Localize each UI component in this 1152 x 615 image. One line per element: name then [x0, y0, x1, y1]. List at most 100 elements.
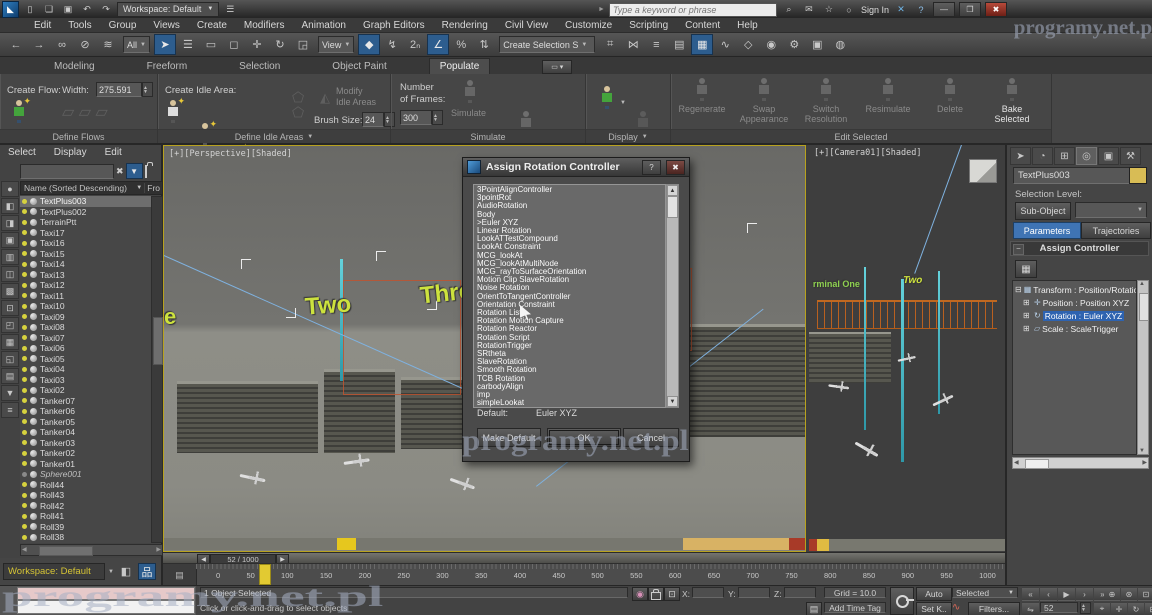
idle-area-box-icon[interactable]: ✦ — [166, 100, 181, 123]
display-bones-icon[interactable]: ▦ — [1, 334, 19, 350]
explorer-object-row[interactable]: Tanker07 — [20, 396, 151, 407]
visibility-bulb-icon[interactable] — [22, 262, 27, 267]
scroll-down-icon[interactable]: ▼ — [667, 396, 678, 407]
scrollbar-thumb[interactable] — [39, 546, 93, 556]
sub-object-button[interactable]: Sub-Object — [1015, 202, 1071, 220]
menu-item[interactable]: Scripting — [629, 20, 668, 31]
viewcube[interactable] — [969, 159, 997, 183]
menu-item[interactable]: Graph Editors — [363, 20, 425, 31]
percent-snap-icon[interactable]: % — [450, 34, 472, 55]
explorer-object-row[interactable]: Taxi13 — [20, 270, 151, 281]
zoom-all-icon[interactable]: ⊛ — [1121, 587, 1137, 601]
display-people-icon[interactable] — [600, 86, 615, 109]
ribbon-minimize-icon[interactable]: ▭ ▾ — [542, 60, 572, 74]
explorer-menu-item[interactable]: Display — [54, 147, 87, 162]
explorer-filter-icon[interactable]: ▼ — [126, 163, 143, 179]
display-shapes-icon[interactable]: ◨ — [1, 215, 19, 231]
explorer-object-row[interactable]: Taxi07 — [20, 333, 151, 344]
add-time-tag[interactable]: Add Time Tag — [824, 602, 886, 613]
scroll-left-icon[interactable]: ◀ — [22, 546, 27, 553]
visibility-bulb-icon[interactable] — [22, 524, 27, 529]
help-icon[interactable]: ? — [913, 3, 929, 17]
scrollbar-thumb[interactable] — [1025, 459, 1049, 469]
explorer-object-row[interactable]: Roll43 — [20, 490, 151, 501]
create-flow-icon[interactable]: ✦ — [12, 100, 27, 123]
visibility-bulb-icon[interactable] — [22, 325, 27, 330]
spinner-snap-icon[interactable]: ⇅ — [473, 34, 495, 55]
time-tag-icon[interactable]: ▤ — [806, 602, 822, 615]
controller-tree[interactable]: ⊟ ▦ Transform : Position/Rotation, ⊞ ✛ P… — [1012, 280, 1137, 455]
pan-icon[interactable]: ✛ — [1111, 602, 1127, 615]
visibility-bulb-icon[interactable] — [22, 535, 27, 540]
back-arrow-icon[interactable]: ← — [5, 34, 27, 55]
explorer-object-row[interactable]: Tanker03 — [20, 438, 151, 449]
utilities-tab-icon[interactable]: ⚒ — [1120, 147, 1141, 165]
visibility-bulb-icon[interactable] — [22, 440, 27, 445]
visibility-bulb-icon[interactable] — [22, 409, 27, 414]
isolate-selection-icon[interactable]: ◉ — [632, 587, 648, 601]
menu-item[interactable]: Group — [109, 20, 137, 31]
minimize-button[interactable]: — — [933, 2, 955, 17]
scroll-down-icon[interactable]: ▼ — [1139, 448, 1145, 454]
restore-button[interactable]: ❐ — [959, 2, 981, 17]
scroll-right-icon[interactable]: ▶ — [156, 546, 161, 553]
spinner-arrows-icon[interactable]: ▲▼ — [142, 82, 153, 97]
ok-button[interactable]: OK — [547, 428, 621, 447]
y-coordinate-field[interactable] — [738, 587, 770, 598]
explorer-object-row[interactable]: Taxi08 — [20, 322, 151, 333]
rotate-icon[interactable]: ↻ — [269, 34, 291, 55]
display-containers-icon[interactable]: ◱ — [1, 351, 19, 367]
dialog-scrollbar[interactable]: ▲ ▼ — [666, 184, 679, 408]
visibility-bulb-icon[interactable] — [22, 388, 27, 393]
communication-center-icon[interactable]: ✉ — [801, 3, 817, 17]
display-cameras-icon[interactable]: ▥ — [1, 249, 19, 265]
menu-item[interactable]: Tools — [68, 20, 91, 31]
workspace-dropdown[interactable]: Workspace: Default ▼ — [117, 2, 219, 17]
layer-manager-icon[interactable]: ▤ — [668, 34, 690, 55]
zoom-icon[interactable]: ⊕ — [1104, 587, 1120, 601]
named-selection-set-field[interactable]: Create Selection S ▼ — [499, 36, 595, 53]
filter-icon[interactable]: ▼ — [1, 385, 19, 401]
dialog-title-bar[interactable]: Assign Rotation Controller ? ✖ — [463, 158, 689, 177]
reference-coordinate-dropdown[interactable]: View ▼ — [318, 36, 354, 53]
explorer-object-row[interactable]: Tanker02 — [20, 448, 151, 459]
viewport-camera01[interactable]: [+][Camera01][Shaded] rminal One Two — [809, 145, 1005, 552]
visibility-bulb-icon[interactable] — [22, 241, 27, 246]
move-icon[interactable]: ✛ — [246, 34, 268, 55]
rect-select-icon[interactable]: ▭ — [200, 34, 222, 55]
search-icon[interactable]: ⌕ — [781, 3, 797, 17]
display-groups-icon[interactable]: ⊡ — [1, 300, 19, 316]
define-idle-areas-footer[interactable]: Define Idle Areas▼ — [158, 129, 390, 143]
explorer-menu-item[interactable]: Select — [8, 147, 36, 162]
scale-icon[interactable]: ◲ — [292, 34, 314, 55]
menu-item[interactable]: Animation — [301, 20, 345, 31]
angle-snap-icon[interactable]: ∠ — [427, 34, 449, 55]
explorer-object-row[interactable]: Taxi06 — [20, 343, 151, 354]
schematic-view-icon[interactable]: ◇ — [737, 34, 759, 55]
listener-script-pane[interactable] — [17, 600, 195, 614]
scroll-up-icon[interactable]: ▲ — [667, 185, 678, 196]
explorer-menu-item[interactable]: Edit — [105, 147, 122, 162]
assign-controller-button[interactable]: ▦ — [1015, 260, 1037, 278]
menu-item[interactable]: Content — [685, 20, 720, 31]
visibility-bulb-icon[interactable] — [22, 377, 27, 382]
edit-selected-button[interactable]: Resimulate — [859, 78, 917, 130]
close-button[interactable]: ✖ — [985, 2, 1007, 17]
bind-spacewarp-icon[interactable]: ≋ — [97, 34, 119, 55]
isolate-icon[interactable]: ◧ — [117, 563, 135, 580]
collapse-icon[interactable]: − — [1013, 244, 1024, 255]
absolute-mode-icon[interactable]: ⊡ — [664, 587, 680, 601]
explorer-object-row[interactable]: Roll38 — [20, 532, 151, 543]
spinner-arrows-icon[interactable]: ▲▼ — [1080, 602, 1091, 614]
visibility-bulb-icon[interactable] — [22, 367, 27, 372]
display-footer[interactable]: Display▼ — [586, 129, 670, 143]
explorer-object-row[interactable]: Roll39 — [20, 522, 151, 533]
select-by-name-icon[interactable]: ☰ — [177, 34, 199, 55]
explorer-search-input[interactable] — [20, 164, 114, 179]
workspace-selector[interactable]: Workspace: Default — [3, 563, 105, 580]
ribbon-tab[interactable]: Object Paint — [322, 59, 396, 74]
flow-width-spinner[interactable]: 275.591 ▲▼ — [96, 82, 153, 97]
ribbon-tab[interactable]: Freeform — [137, 59, 198, 74]
visibility-bulb-icon[interactable] — [22, 314, 27, 319]
set-key-mode-button[interactable]: Set K.. — [916, 602, 952, 615]
